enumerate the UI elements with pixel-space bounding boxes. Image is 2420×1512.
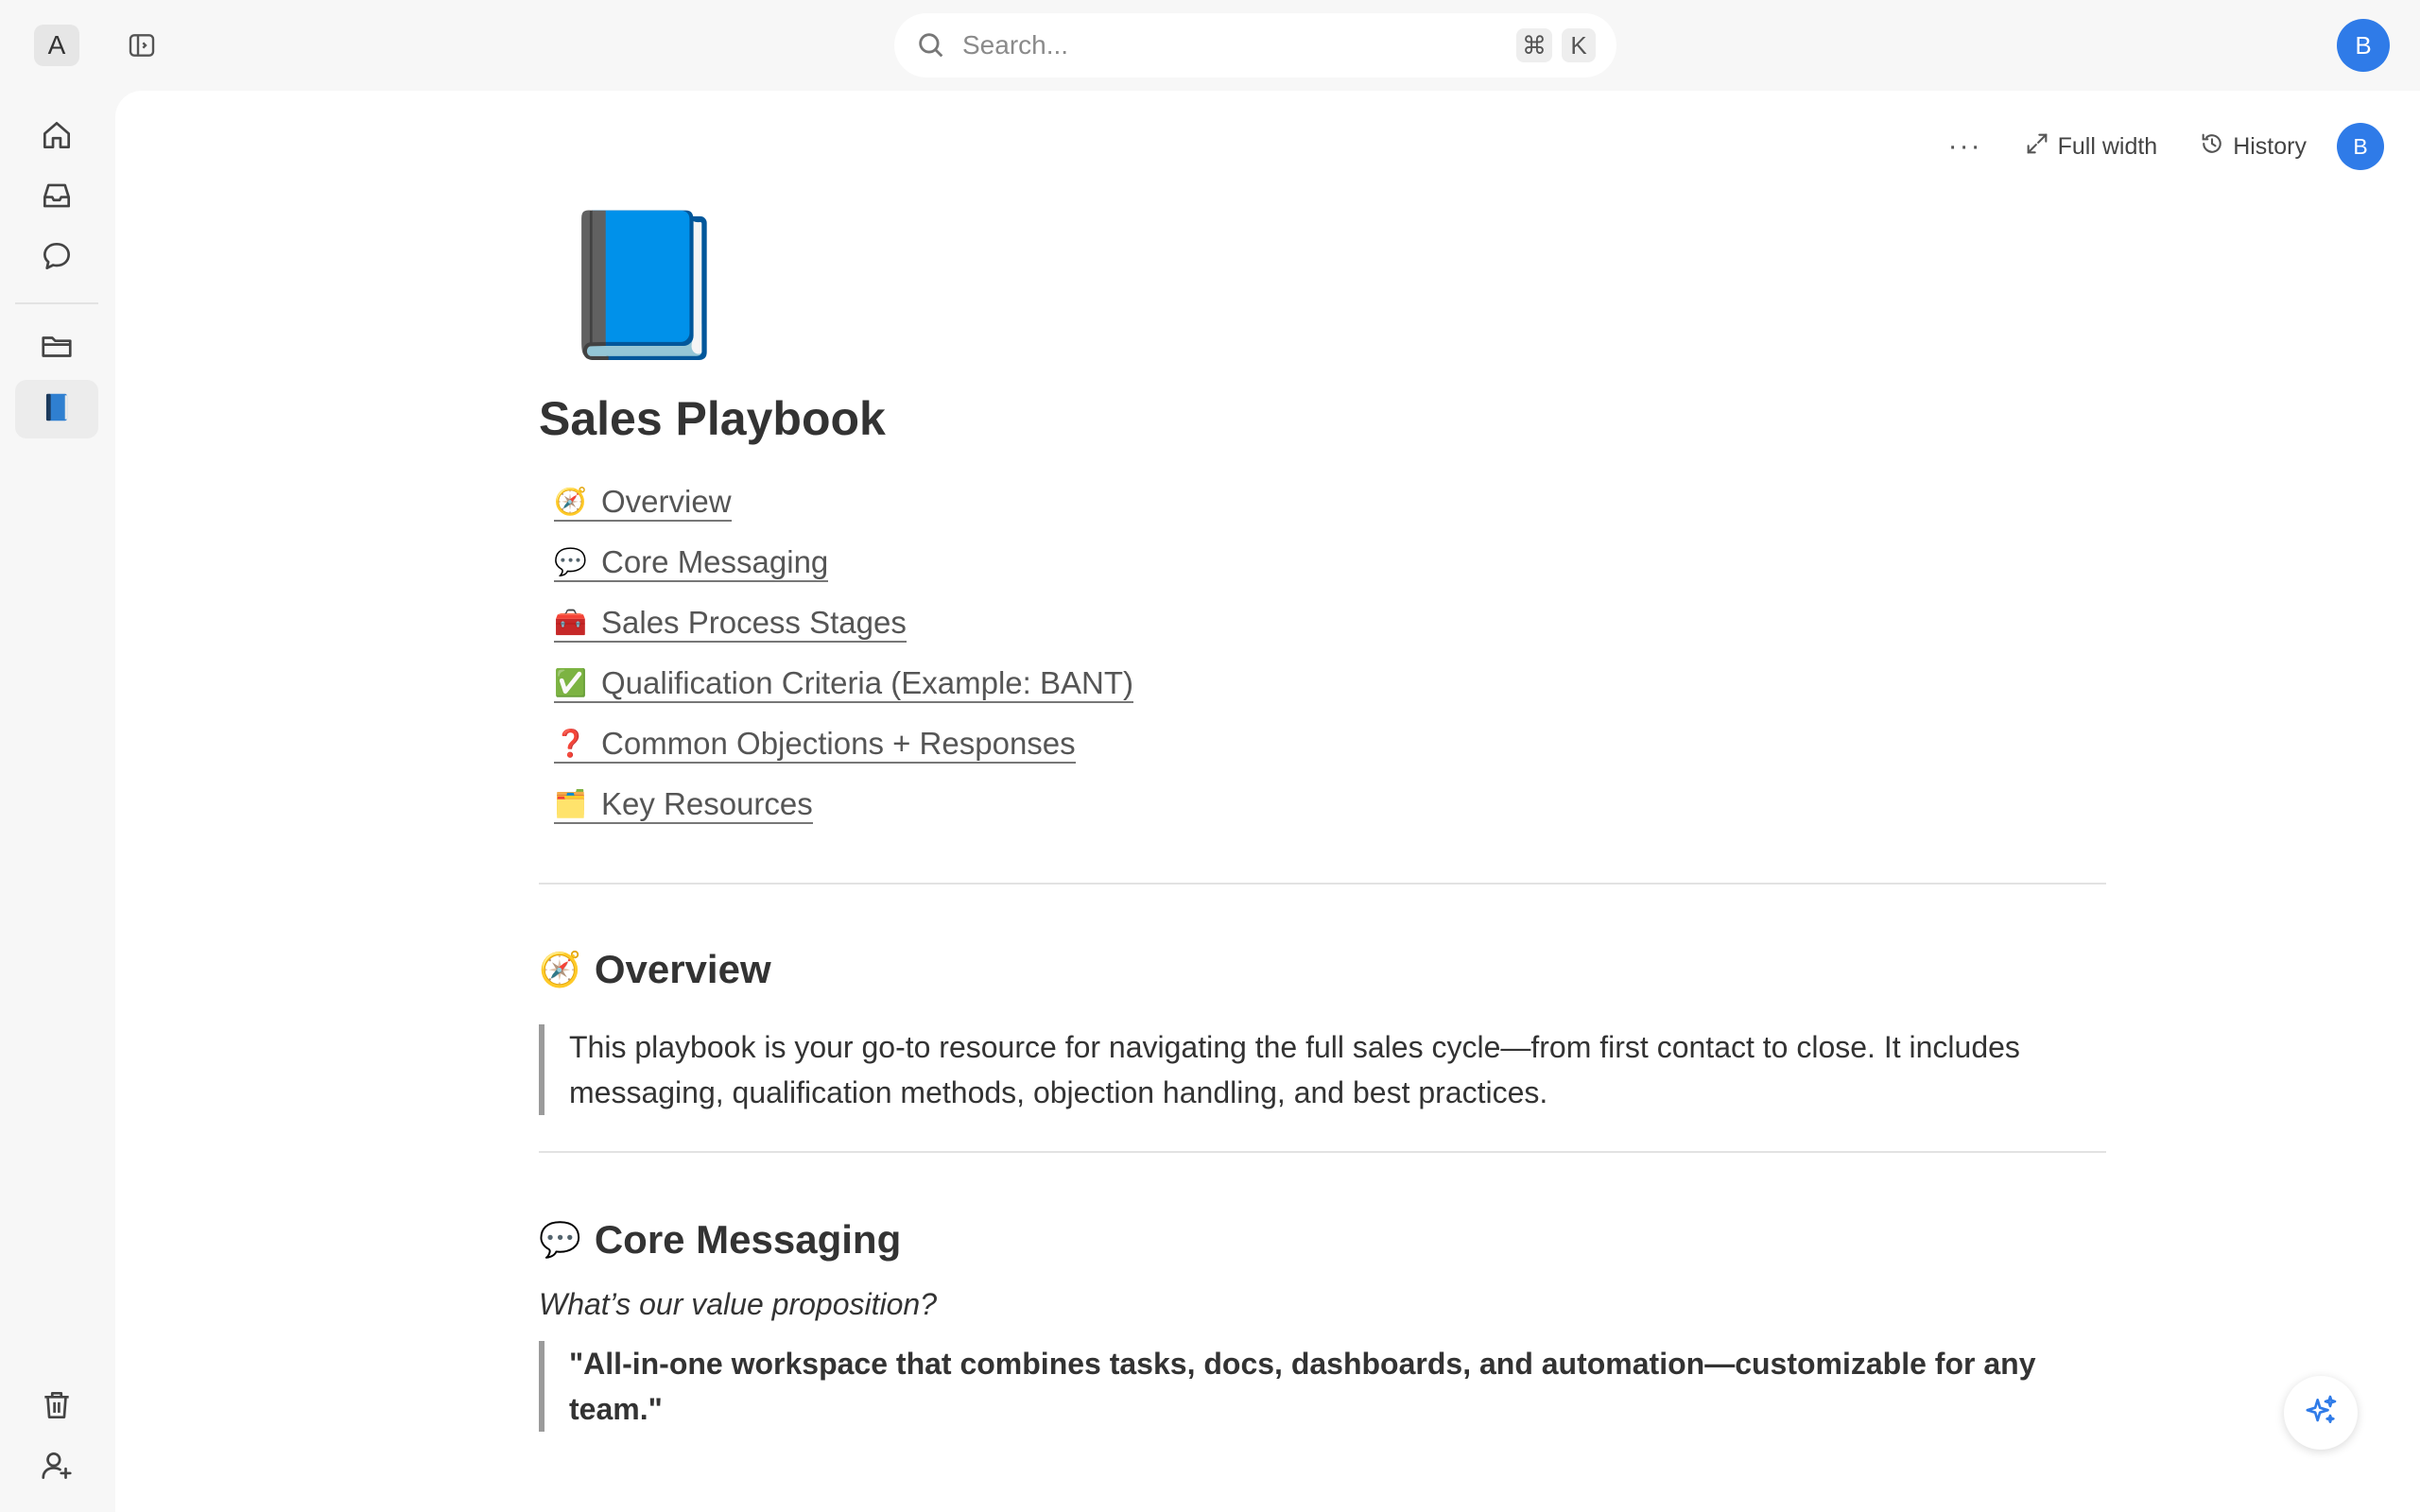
toc-link-key-resources[interactable]: 🗂️ Key Resources	[554, 786, 813, 824]
chat-button[interactable]	[15, 229, 98, 287]
toolbox-icon: 🧰	[554, 607, 587, 637]
home-icon	[39, 117, 75, 158]
full-width-label: Full width	[2057, 132, 2158, 160]
toc-label: Common Objections + Responses	[601, 726, 1076, 762]
toc-item: 🧭 Overview	[554, 472, 2108, 533]
toc-item: ✅ Qualification Criteria (Example: BANT)	[554, 654, 2108, 714]
compass-icon: 🧭	[539, 950, 581, 988]
trash-button[interactable]	[15, 1378, 98, 1436]
folder-button[interactable]	[15, 319, 98, 378]
heading-text: Overview	[594, 947, 771, 991]
core-messaging-heading[interactable]: 💬 Core Messaging	[539, 1217, 2108, 1263]
toc-link-qualification-criteria[interactable]: ✅ Qualification Criteria (Example: BANT)	[554, 665, 1133, 703]
card-index-icon: 🗂️	[554, 788, 587, 818]
chat-icon	[39, 238, 75, 279]
toc-link-sales-process-stages[interactable]: 🧰 Sales Process Stages	[554, 605, 907, 643]
trash-icon	[39, 1387, 75, 1428]
workspace-badge[interactable]: A	[34, 25, 79, 66]
question-mark-icon: ❓	[554, 728, 587, 758]
page-actions: ··· Full width History B	[1907, 123, 2384, 170]
compass-icon: 🧭	[554, 486, 587, 516]
speech-bubble-icon: 💬	[539, 1220, 581, 1259]
expand-icon	[2024, 130, 2058, 163]
toc-item: ❓ Common Objections + Responses	[554, 714, 2108, 775]
toc-label: Qualification Criteria (Example: BANT)	[601, 665, 1133, 701]
toc-label: Overview	[601, 484, 732, 520]
history-icon	[2199, 130, 2233, 163]
folder-icon	[39, 329, 75, 369]
heading-text: Core Messaging	[594, 1217, 902, 1262]
toc-label: Key Resources	[601, 786, 813, 822]
toc-link-overview[interactable]: 🧭 Overview	[554, 484, 732, 522]
toc-link-common-objections[interactable]: ❓ Common Objections + Responses	[554, 726, 1076, 764]
search-input[interactable]	[962, 30, 1507, 60]
overview-quote[interactable]: This playbook is your go-to resource for…	[539, 1024, 2108, 1115]
history-button[interactable]: History	[2199, 130, 2307, 163]
add-user-icon	[39, 1448, 75, 1488]
inbox-button[interactable]	[15, 168, 98, 227]
page-title[interactable]: Sales Playbook	[539, 391, 2108, 446]
shortcut-k-key: K	[1562, 28, 1596, 62]
invite-member-button[interactable]	[15, 1438, 98, 1497]
sidebar-toggle-icon[interactable]	[127, 30, 157, 60]
rail-divider	[15, 302, 98, 304]
more-options-button[interactable]: ···	[1948, 130, 1982, 163]
toc-link-core-messaging[interactable]: 💬 Core Messaging	[554, 544, 829, 582]
page-collaborator-avatar[interactable]: B	[2337, 123, 2384, 170]
inbox-icon	[39, 178, 75, 218]
user-avatar[interactable]: B	[2337, 19, 2390, 72]
value-prop-question[interactable]: What’s our value proposition?	[539, 1287, 2108, 1322]
book-icon	[39, 389, 75, 430]
left-rail	[0, 91, 115, 1512]
search-icon	[915, 29, 947, 61]
playbook-page-button[interactable]	[15, 380, 98, 438]
full-width-button[interactable]: Full width	[2024, 130, 2158, 163]
history-label: History	[2233, 132, 2307, 160]
speech-bubble-icon: 💬	[554, 546, 587, 576]
divider	[539, 883, 2106, 885]
main-panel: ··· Full width History B 📘 Sales Playboo…	[115, 91, 2420, 1512]
divider	[539, 1151, 2106, 1153]
overview-heading[interactable]: 🧭 Overview	[539, 947, 2108, 992]
shortcut-cmd-key: ⌘	[1516, 28, 1552, 62]
home-button[interactable]	[15, 108, 98, 166]
toc-item: 💬 Core Messaging	[554, 533, 2108, 593]
check-mark-icon: ✅	[554, 667, 587, 697]
toc-item: 🧰 Sales Process Stages	[554, 593, 2108, 654]
value-prop-quote[interactable]: "All-in-one workspace that combines task…	[539, 1341, 2108, 1432]
toc-label: Sales Process Stages	[601, 605, 907, 641]
page-icon[interactable]: 📘	[556, 214, 2108, 355]
document: 📘 Sales Playbook 🧭 Overview 💬 Core Messa…	[539, 214, 2108, 1432]
toc-label: Core Messaging	[601, 544, 829, 580]
toc-item: 🗂️ Key Resources	[554, 775, 2108, 835]
sparkle-icon	[2302, 1392, 2340, 1435]
search-bar[interactable]: ⌘ K	[894, 13, 1616, 77]
ai-assistant-button[interactable]	[2284, 1376, 2358, 1450]
top-bar: A ⌘ K B	[0, 0, 2420, 91]
table-of-contents: 🧭 Overview 💬 Core Messaging 🧰 Sales Proc…	[554, 472, 2108, 835]
